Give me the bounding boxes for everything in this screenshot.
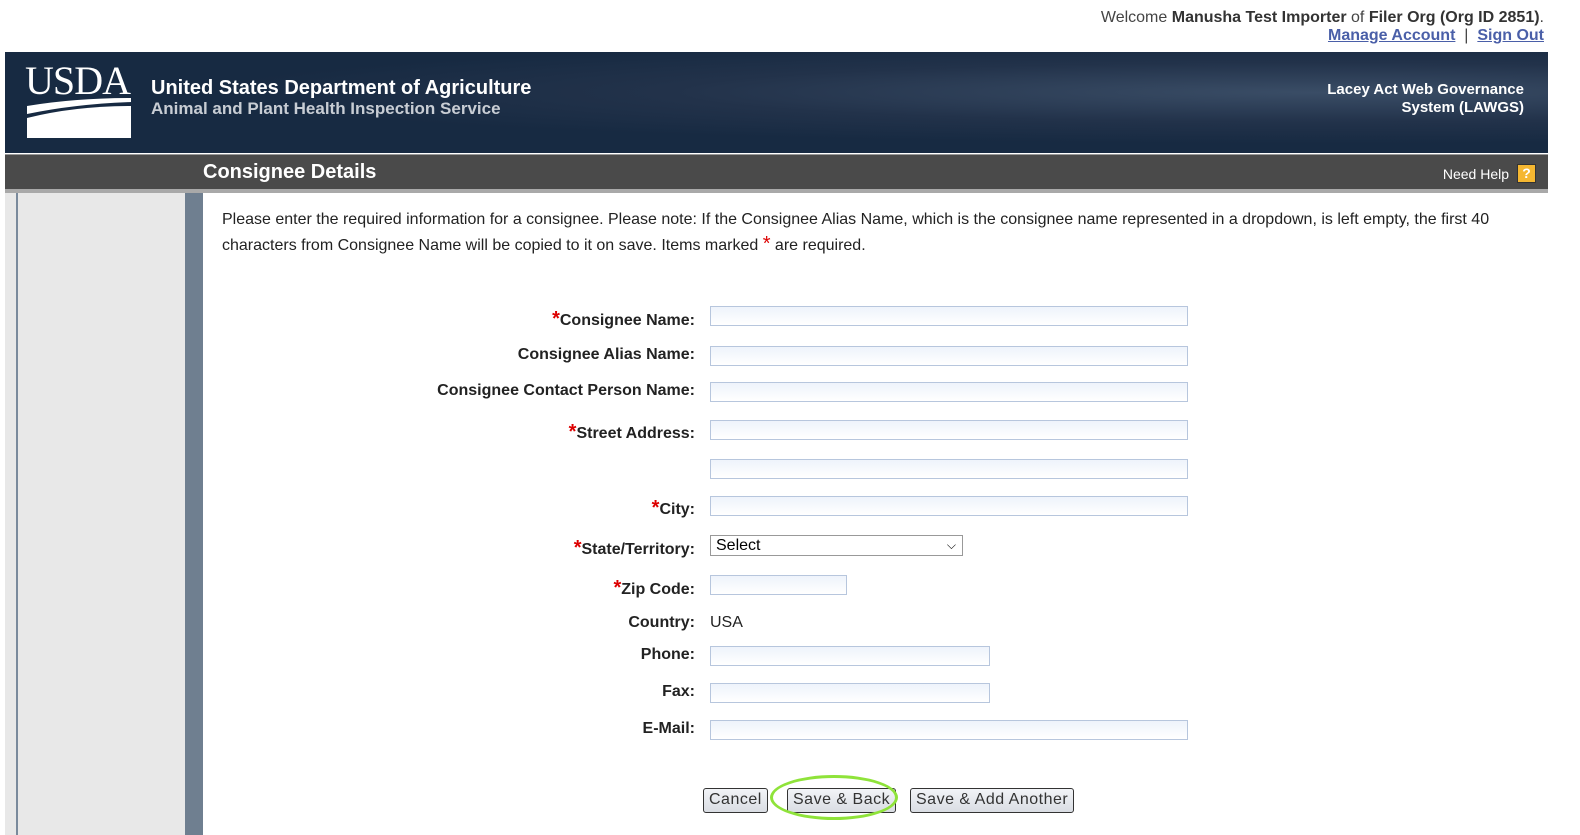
consignee-name-input[interactable]: [710, 306, 1188, 326]
label-text: Zip Code:: [621, 581, 695, 598]
system-line1: Lacey Act Web Governance: [1327, 81, 1524, 98]
alias-name-input[interactable]: [710, 346, 1188, 366]
need-help-link[interactable]: Need Help?: [1443, 164, 1536, 183]
agency-name: United States Department of Agriculture: [151, 77, 532, 99]
title-bar: Consignee Details Need Help?: [5, 154, 1548, 193]
phone-input[interactable]: [710, 646, 990, 666]
content-divider: [185, 193, 203, 835]
usda-logo: USDA: [25, 62, 131, 138]
sign-out-link[interactable]: Sign Out: [1477, 27, 1544, 44]
welcome-bar: Welcome Manusha Test Importer of Filer O…: [1101, 9, 1544, 45]
state-label: *State/Territory:: [574, 537, 695, 560]
welcome-text: Welcome: [1100, 9, 1168, 26]
fax-label: Fax:: [662, 683, 695, 700]
svg-text:USDA: USDA: [25, 62, 131, 103]
period: .: [1539, 9, 1544, 26]
alias-name-label: Consignee Alias Name:: [517, 346, 695, 363]
label-text: State/Territory:: [581, 541, 695, 558]
country-label: Country:: [628, 614, 695, 631]
manage-account-link[interactable]: Manage Account: [1328, 27, 1455, 44]
of-text: of: [1351, 9, 1365, 26]
system-line2: System (LAWGS): [1401, 99, 1524, 116]
sidebar: [5, 193, 185, 835]
zip-label: *Zip Code:: [613, 577, 695, 600]
required-marker: *: [552, 308, 560, 330]
street-address-label: *Street Address:: [569, 421, 695, 444]
email-label: E-Mail:: [642, 720, 695, 737]
banner: USDA United States Department of Agricul…: [5, 52, 1548, 153]
contact-name-input[interactable]: [710, 382, 1188, 402]
contact-name-label: Consignee Contact Person Name:: [437, 382, 695, 399]
instructions-tail: are required.: [770, 237, 866, 254]
need-help-label: Need Help: [1442, 165, 1509, 182]
city-label: *City:: [652, 497, 695, 520]
street-address-1-input[interactable]: [710, 420, 1188, 440]
highlight-ring: [770, 775, 898, 820]
zip-input[interactable]: [710, 575, 847, 595]
sidebar-divider: [16, 193, 18, 835]
user-name: Manusha Test Importer: [1171, 9, 1347, 26]
state-select[interactable]: Select ⌵: [710, 535, 963, 556]
street-address-2-input[interactable]: [710, 459, 1188, 479]
phone-label: Phone:: [640, 646, 695, 663]
fax-input[interactable]: [710, 683, 990, 703]
page-title: Consignee Details: [203, 161, 377, 183]
service-name: Animal and Plant Health Inspection Servi…: [151, 99, 501, 118]
system-name: Lacey Act Web Governance System (LAWGS): [1327, 81, 1524, 117]
label-text: Consignee Name:: [559, 312, 695, 329]
state-selected: Select: [716, 537, 761, 554]
consignee-name-label: *Consignee Name:: [552, 308, 695, 331]
country-value: USA: [710, 614, 743, 631]
cancel-button[interactable]: Cancel: [703, 788, 768, 813]
save-add-another-button[interactable]: Save & Add Another: [910, 788, 1075, 813]
email-input[interactable]: [710, 720, 1188, 740]
chevron-down-icon: ⌵: [946, 538, 956, 552]
label-text: Street Address:: [576, 425, 695, 442]
help-icon[interactable]: ?: [1517, 164, 1536, 183]
org-name: Filer Org (Org ID 2851): [1368, 9, 1540, 26]
label-text: City:: [659, 501, 695, 518]
city-input[interactable]: [710, 496, 1188, 516]
separator: |: [1464, 27, 1469, 44]
instructions: Please enter the required information fo…: [222, 208, 1522, 258]
